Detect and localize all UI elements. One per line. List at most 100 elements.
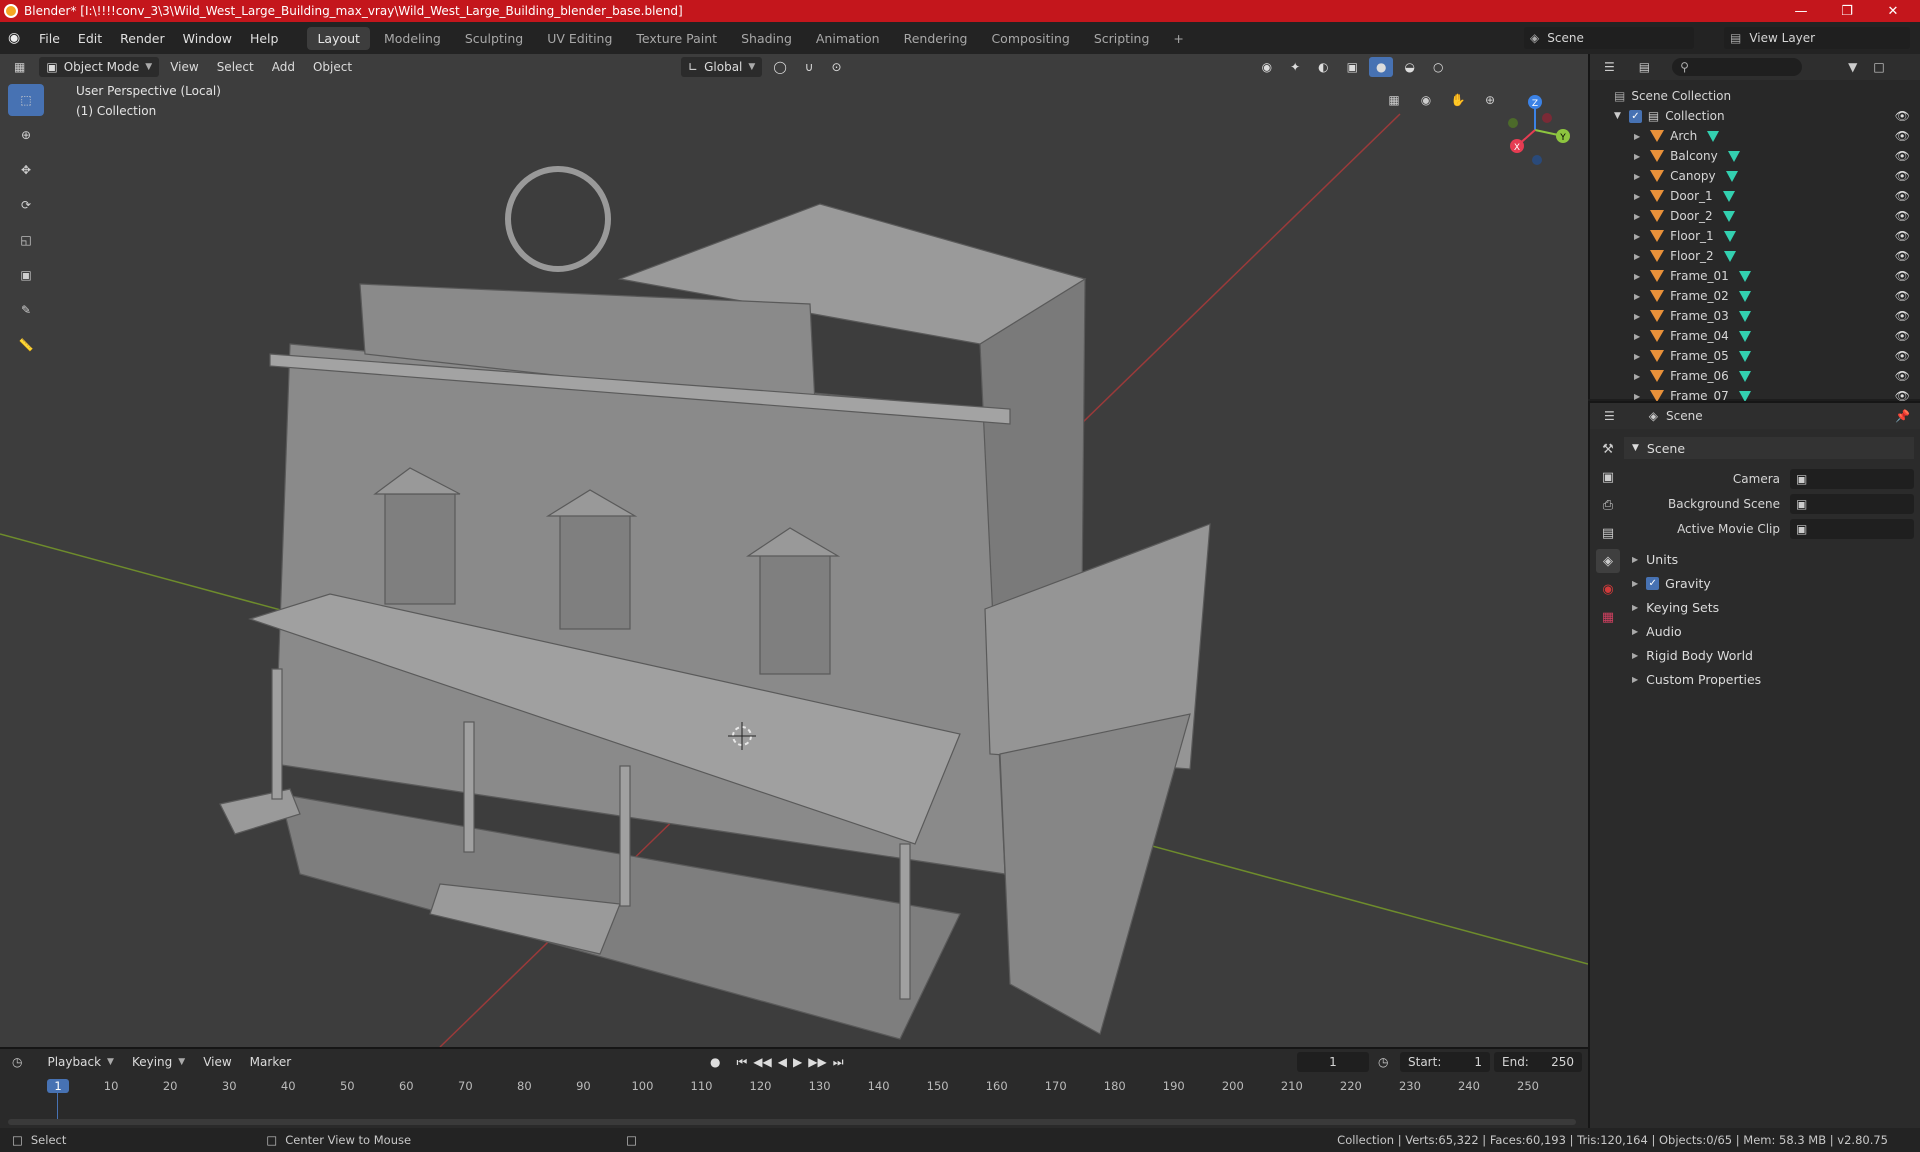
expand-arrow-icon[interactable]: ▶	[1634, 312, 1640, 321]
scene-selector[interactable]: ◈ Scene	[1524, 27, 1694, 49]
solid-shading-icon[interactable]: ●	[1368, 57, 1394, 77]
tab-rendering[interactable]: Rendering	[894, 27, 978, 50]
overlay-toggle-icon[interactable]: ◐	[1311, 57, 1335, 77]
annotate-icon[interactable]: ✎	[8, 294, 44, 326]
outliner-item-floor_1[interactable]: ▶ Floor_1 👁	[1590, 226, 1920, 246]
select-box-icon[interactable]: ⬚	[8, 84, 44, 116]
orientation-dropdown[interactable]: ∟ Global ▼	[681, 57, 763, 77]
rotate-icon[interactable]: ⟳	[8, 189, 44, 221]
field-input[interactable]: ▣	[1790, 494, 1914, 514]
eye-icon[interactable]: 👁	[1895, 349, 1910, 363]
tab-texture-paint[interactable]: Texture Paint	[626, 27, 727, 50]
add-workspace-button[interactable]: +	[1163, 27, 1193, 50]
tab-modeling[interactable]: Modeling	[374, 27, 451, 50]
frame-ruler[interactable]: 1 10 20 30 40 50 60 70 80 90 100 110 120 130 140 150 160…	[0, 1075, 1588, 1097]
editor-type-icon[interactable]: ◷	[12, 1055, 22, 1069]
expand-arrow-icon[interactable]: ▶	[1634, 292, 1640, 301]
eye-icon[interactable]: 👁	[1895, 229, 1910, 243]
mesh-data-icon[interactable]	[1722, 210, 1735, 222]
outliner-item-balcony[interactable]: ▶ Balcony 👁	[1590, 146, 1920, 166]
expand-arrow-icon[interactable]: ▶	[1634, 392, 1640, 401]
jump-end-icon[interactable]: ⏭	[833, 1055, 844, 1070]
menu-marker[interactable]: Marker	[243, 1052, 298, 1072]
panel-units[interactable]: ▶ Units	[1624, 548, 1914, 570]
expand-arrow-icon[interactable]: ▶	[1634, 152, 1640, 161]
expand-arrow-icon[interactable]: ▶	[1634, 352, 1640, 361]
outliner-item-frame_02[interactable]: ▶ Frame_02 👁	[1590, 286, 1920, 306]
eye-icon[interactable]: 👁	[1895, 149, 1910, 163]
menu-playback[interactable]: Playback ▼	[40, 1052, 120, 1072]
material-shading-icon[interactable]: ◒	[1397, 57, 1421, 77]
mesh-data-icon[interactable]	[1738, 350, 1751, 362]
outliner-item-canopy[interactable]: ▶ Canopy 👁	[1590, 166, 1920, 186]
pivot-icon[interactable]: ◯	[766, 57, 793, 77]
camera-view-icon[interactable]: ◉	[1414, 88, 1438, 112]
measure-icon[interactable]: 📏	[8, 329, 44, 361]
mesh-data-icon[interactable]	[1707, 130, 1720, 142]
proportional-edit-icon[interactable]: ⊙	[825, 57, 849, 77]
mesh-data-icon[interactable]	[1738, 290, 1751, 302]
panel-audio[interactable]: ▶ Audio	[1624, 620, 1914, 642]
mesh-data-icon[interactable]	[1725, 170, 1738, 182]
expand-arrow-icon[interactable]: ▶	[1634, 172, 1640, 181]
outliner-item-frame_04[interactable]: ▶ Frame_04 👁	[1590, 326, 1920, 346]
eye-icon[interactable]: 👁	[1895, 309, 1910, 323]
eye-icon[interactable]: 👁	[1895, 369, 1910, 383]
expand-arrow-icon[interactable]: ▶	[1634, 212, 1640, 221]
editor-type-icon[interactable]: ☰	[1604, 60, 1615, 74]
panel-keying-sets[interactable]: ▶ Keying Sets	[1624, 596, 1914, 618]
expand-arrow-icon[interactable]: ▶	[1634, 332, 1640, 341]
maximize-button[interactable]: ❐	[1824, 0, 1870, 22]
xray-icon[interactable]: ▣	[1340, 57, 1365, 77]
tab-layout[interactable]: Layout	[307, 26, 370, 50]
expand-arrow-icon[interactable]: ▶	[1634, 132, 1640, 141]
menu-object[interactable]: Object	[306, 57, 359, 77]
field-input[interactable]: ▣	[1790, 519, 1914, 539]
expand-arrow-icon[interactable]: ▼	[1614, 111, 1621, 121]
menu-view[interactable]: View	[163, 57, 205, 77]
panel-rigid-body-world[interactable]: ▶ Rigid Body World	[1624, 644, 1914, 666]
mesh-data-icon[interactable]	[1723, 250, 1736, 262]
eye-icon[interactable]: 👁	[1895, 329, 1910, 343]
play-icon[interactable]: ▶	[793, 1055, 802, 1070]
pin-icon[interactable]: 📌	[1895, 409, 1910, 423]
expand-arrow-icon[interactable]: ▶	[1634, 252, 1640, 261]
navigation-gizmo[interactable]: Z Y X	[1495, 88, 1575, 168]
menu-select[interactable]: Select	[210, 57, 261, 77]
panel-checkbox[interactable]: ✓	[1646, 576, 1660, 590]
pan-hand-icon[interactable]: ✋	[1446, 88, 1470, 112]
editor-type-icon[interactable]: ▦	[14, 60, 25, 74]
tab-uv-editing[interactable]: UV Editing	[537, 27, 622, 50]
grid-view-icon[interactable]: ▦	[1382, 88, 1406, 112]
mode-dropdown[interactable]: ▣ Object Mode ▼	[39, 57, 160, 77]
texture-tab-icon[interactable]: ▦	[1596, 605, 1620, 629]
play-reverse-icon[interactable]: ◀	[778, 1055, 787, 1070]
mesh-data-icon[interactable]	[1722, 190, 1735, 202]
field-input[interactable]: ▣	[1790, 469, 1914, 489]
rendered-shading-icon[interactable]: ○	[1426, 57, 1450, 77]
3d-viewport[interactable]: ▦ ▣ Object Mode ▼ View Select Add Object ∟…	[0, 54, 1588, 1047]
new-collection-icon[interactable]: □	[1873, 60, 1884, 74]
expand-arrow-icon[interactable]: ▶	[1634, 272, 1640, 281]
outliner-item-frame_05[interactable]: ▶ Frame_05 👁	[1590, 346, 1920, 366]
mesh-data-icon[interactable]	[1727, 150, 1740, 162]
menu-keying[interactable]: Keying ▼	[125, 1052, 192, 1072]
start-frame-field[interactable]: Start: 1	[1400, 1052, 1490, 1072]
end-frame-field[interactable]: End: 250	[1494, 1052, 1582, 1072]
mesh-data-icon[interactable]	[1738, 270, 1751, 282]
eye-icon[interactable]: 👁	[1895, 169, 1910, 183]
gizmo-toggle-icon[interactable]: ✦	[1283, 57, 1307, 77]
transform-icon[interactable]: ▣	[8, 259, 44, 291]
editor-type-icon[interactable]: ☰	[1604, 409, 1615, 423]
scene-section-header[interactable]: ▼ Scene	[1624, 437, 1914, 459]
outliner-scene-collection[interactable]: ▤ Scene Collection	[1590, 86, 1920, 106]
visibility-icon[interactable]: ◉	[1255, 57, 1279, 77]
expand-arrow-icon[interactable]: ▶	[1634, 232, 1640, 241]
panel-custom-properties[interactable]: ▶ Custom Properties	[1624, 668, 1914, 690]
snap-icon[interactable]: ∪	[798, 57, 821, 77]
outliner-item-frame_06[interactable]: ▶ Frame_06 👁	[1590, 366, 1920, 386]
eye-icon[interactable]: 👁	[1895, 129, 1910, 143]
menu-add[interactable]: Add	[265, 57, 302, 77]
eye-icon[interactable]: 👁	[1895, 289, 1910, 303]
close-button[interactable]: ✕	[1870, 0, 1916, 22]
